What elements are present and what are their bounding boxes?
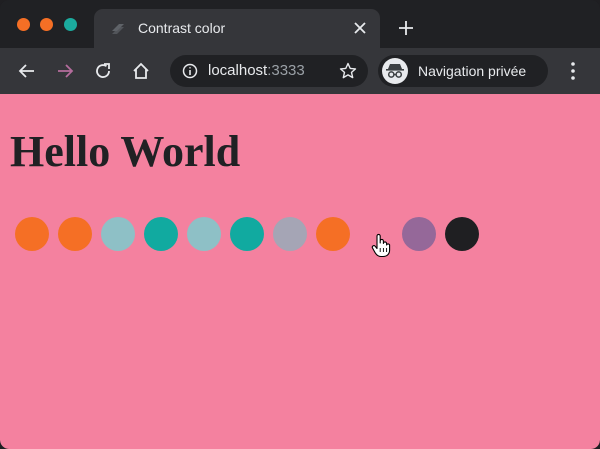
layers-icon [112, 24, 124, 34]
color-swatch[interactable] [445, 217, 479, 251]
incognito-label: Navigation privée [418, 63, 527, 79]
color-swatch[interactable] [144, 217, 178, 251]
browser-window: Contrast color localhost:3333 Navigation… [0, 0, 600, 449]
url-port: :3333 [267, 62, 305, 79]
color-swatch[interactable] [187, 217, 221, 251]
kebab-menu-icon[interactable] [564, 60, 582, 82]
toolbar: localhost:3333 Navigation privée [0, 48, 600, 94]
window-maximize-button[interactable] [64, 18, 77, 31]
window-minimize-button[interactable] [40, 18, 53, 31]
hand-pointer-icon [371, 233, 391, 258]
page-heading: Hello World [10, 127, 241, 176]
tab-contrast-color[interactable]: Contrast color [94, 9, 380, 48]
plus-icon[interactable] [397, 19, 415, 37]
color-swatch[interactable] [316, 217, 350, 251]
color-swatch[interactable] [15, 217, 49, 251]
close-icon[interactable] [352, 20, 368, 36]
home-icon[interactable] [130, 60, 152, 82]
window-close-button[interactable] [17, 18, 30, 31]
color-swatch[interactable] [230, 217, 264, 251]
color-swatch[interactable] [273, 217, 307, 251]
color-swatch[interactable] [58, 217, 92, 251]
incognito-icon [382, 58, 408, 84]
incognito-badge[interactable]: Navigation privée [378, 55, 548, 87]
address-bar[interactable]: localhost:3333 [170, 55, 368, 87]
tab-strip: Contrast color [0, 0, 600, 48]
reload-icon[interactable] [92, 60, 114, 82]
color-swatch[interactable] [402, 217, 436, 251]
tab-title: Contrast color [138, 20, 226, 36]
info-icon[interactable] [182, 63, 198, 79]
arrow-left-icon[interactable] [16, 60, 38, 82]
url-host: localhost [208, 62, 268, 79]
color-swatch[interactable] [101, 217, 135, 251]
url-text: localhost:3333 [208, 62, 305, 79]
arrow-right-icon[interactable] [54, 60, 76, 82]
page-content: Hello World [0, 94, 600, 449]
star-icon[interactable] [338, 61, 358, 81]
